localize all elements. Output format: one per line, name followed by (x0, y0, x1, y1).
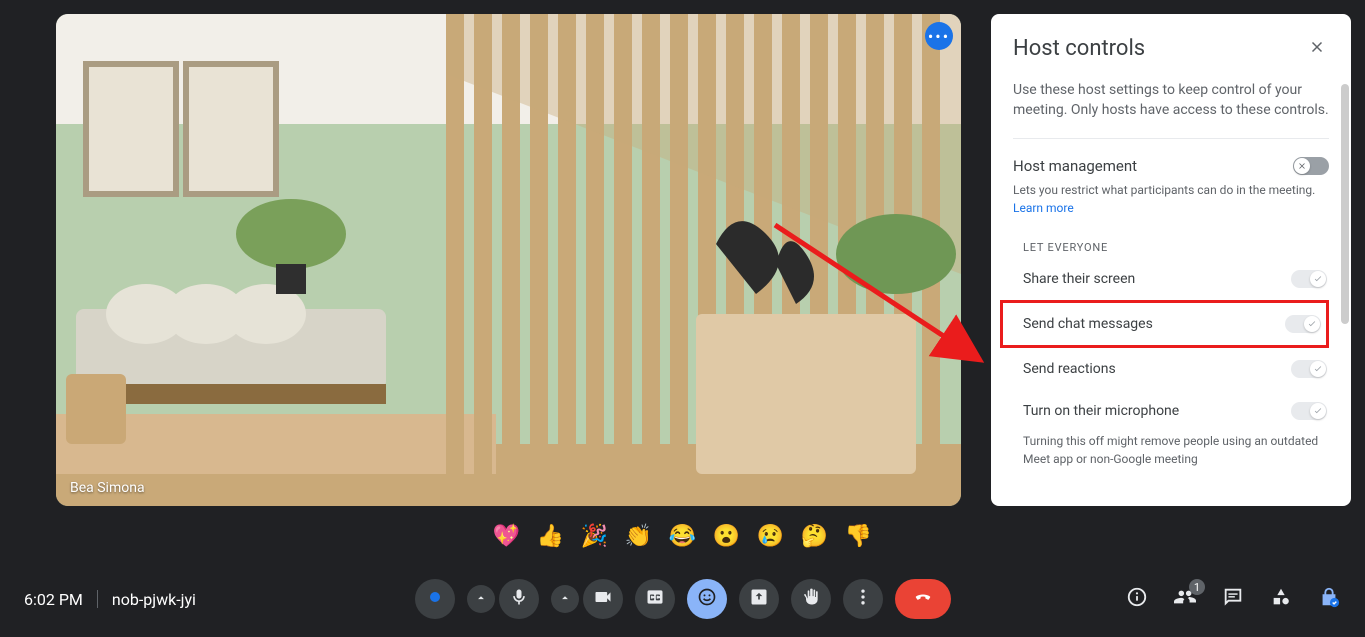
host-management-toggle[interactable] (1293, 157, 1329, 175)
setting-send-chat: Send chat messages (1000, 300, 1329, 348)
present-icon (749, 587, 769, 611)
video-background (56, 14, 961, 506)
setting-send-chat-label: Send chat messages (1023, 316, 1153, 332)
host-management-title: Host management (1013, 157, 1137, 175)
reaction-thumbs-down[interactable]: 👎 (845, 522, 873, 550)
close-icon (1308, 38, 1326, 60)
participants-button[interactable]: 1 (1173, 587, 1197, 611)
mic-button[interactable] (499, 579, 539, 619)
camera-button[interactable] (583, 579, 623, 619)
reaction-joy[interactable]: 😂 (669, 522, 697, 550)
reaction-sad[interactable]: 😢 (757, 522, 785, 550)
reaction-party[interactable]: 🎉 (581, 522, 609, 550)
meeting-code: nob-pjwk-jyi (112, 590, 196, 609)
participants-badge: 1 (1189, 579, 1205, 595)
ellipsis-icon: ••• (928, 27, 950, 46)
divider (97, 590, 98, 608)
learn-more-link[interactable]: Learn more (1013, 201, 1074, 215)
setting-turn-on-mic-label: Turn on their microphone (1023, 403, 1179, 419)
more-options-button[interactable] (843, 579, 883, 619)
panel-description: Use these host settings to keep control … (1013, 81, 1329, 120)
camera-options-button[interactable] (551, 585, 579, 613)
share-screen-toggle[interactable] (1291, 270, 1327, 288)
noise-cancel-button[interactable] (415, 579, 455, 619)
mic-options-button[interactable] (467, 585, 495, 613)
lock-icon (1318, 586, 1340, 612)
video-tile: Bea Simona ••• (56, 14, 961, 506)
mic-note: Turning this off might remove people usi… (1023, 432, 1329, 468)
send-chat-toggle[interactable] (1285, 315, 1321, 333)
reactions-toggle-button[interactable] (687, 579, 727, 619)
meeting-details-button[interactable] (1125, 587, 1149, 611)
phone-hangup-icon (913, 587, 933, 611)
setting-share-screen-label: Share their screen (1023, 271, 1135, 287)
more-vert-icon (853, 587, 873, 611)
camera-icon (593, 587, 613, 611)
host-management-sub: Lets you restrict what participants can … (1013, 181, 1329, 217)
reaction-thinking[interactable]: 🤔 (801, 522, 829, 550)
setting-share-screen: Share their screen (1013, 258, 1329, 300)
captions-button[interactable] (635, 579, 675, 619)
setting-turn-on-mic: Turn on their microphone (1013, 390, 1329, 432)
chat-icon (1222, 586, 1244, 612)
close-panel-button[interactable] (1305, 37, 1329, 61)
reaction-surprised[interactable]: 😮 (713, 522, 741, 550)
hand-icon (801, 587, 821, 611)
smile-icon (697, 587, 717, 611)
info-icon (1126, 586, 1148, 612)
controls-center (415, 579, 951, 619)
captions-icon (645, 587, 665, 611)
chevron-up-icon (474, 590, 488, 609)
chat-button[interactable] (1221, 587, 1245, 611)
let-everyone-subhead: LET EVERYONE (1023, 241, 1329, 254)
activities-button[interactable] (1269, 587, 1293, 611)
mic-icon (509, 587, 529, 611)
reaction-heart[interactable]: 💖 (493, 522, 521, 550)
separator (1013, 138, 1329, 139)
reaction-thumbs-up[interactable]: 👍 (537, 522, 565, 550)
meeting-info: 6:02 PM nob-pjwk-jyi (24, 590, 196, 609)
host-controls-button[interactable] (1317, 587, 1341, 611)
bottom-bar: 6:02 PM nob-pjwk-jyi (0, 561, 1365, 637)
setting-send-reactions: Send reactions (1013, 348, 1329, 390)
turn-on-mic-toggle[interactable] (1291, 402, 1327, 420)
leave-call-button[interactable] (895, 579, 951, 619)
reaction-clap[interactable]: 👏 (625, 522, 653, 550)
clock-time: 6:02 PM (24, 590, 83, 609)
scrollbar[interactable] (1341, 84, 1349, 324)
panel-body[interactable]: Use these host settings to keep control … (991, 73, 1351, 506)
setting-send-reactions-label: Send reactions (1023, 361, 1116, 377)
tile-more-button[interactable]: ••• (925, 22, 953, 50)
raise-hand-button[interactable] (791, 579, 831, 619)
participant-name: Bea Simona (70, 480, 145, 496)
circle-icon (425, 587, 445, 611)
reactions-bar: 💖 👍 🎉 👏 😂 😮 😢 🤔 👎 (0, 522, 1365, 550)
chevron-up-icon (558, 590, 572, 609)
controls-right: 1 (1125, 587, 1341, 611)
send-reactions-toggle[interactable] (1291, 360, 1327, 378)
host-management-sub-text: Lets you restrict what participants can … (1013, 183, 1315, 197)
shapes-icon (1270, 586, 1292, 612)
present-button[interactable] (739, 579, 779, 619)
host-controls-panel: Host controls Use these host settings to… (991, 14, 1351, 506)
panel-title: Host controls (1013, 36, 1145, 61)
